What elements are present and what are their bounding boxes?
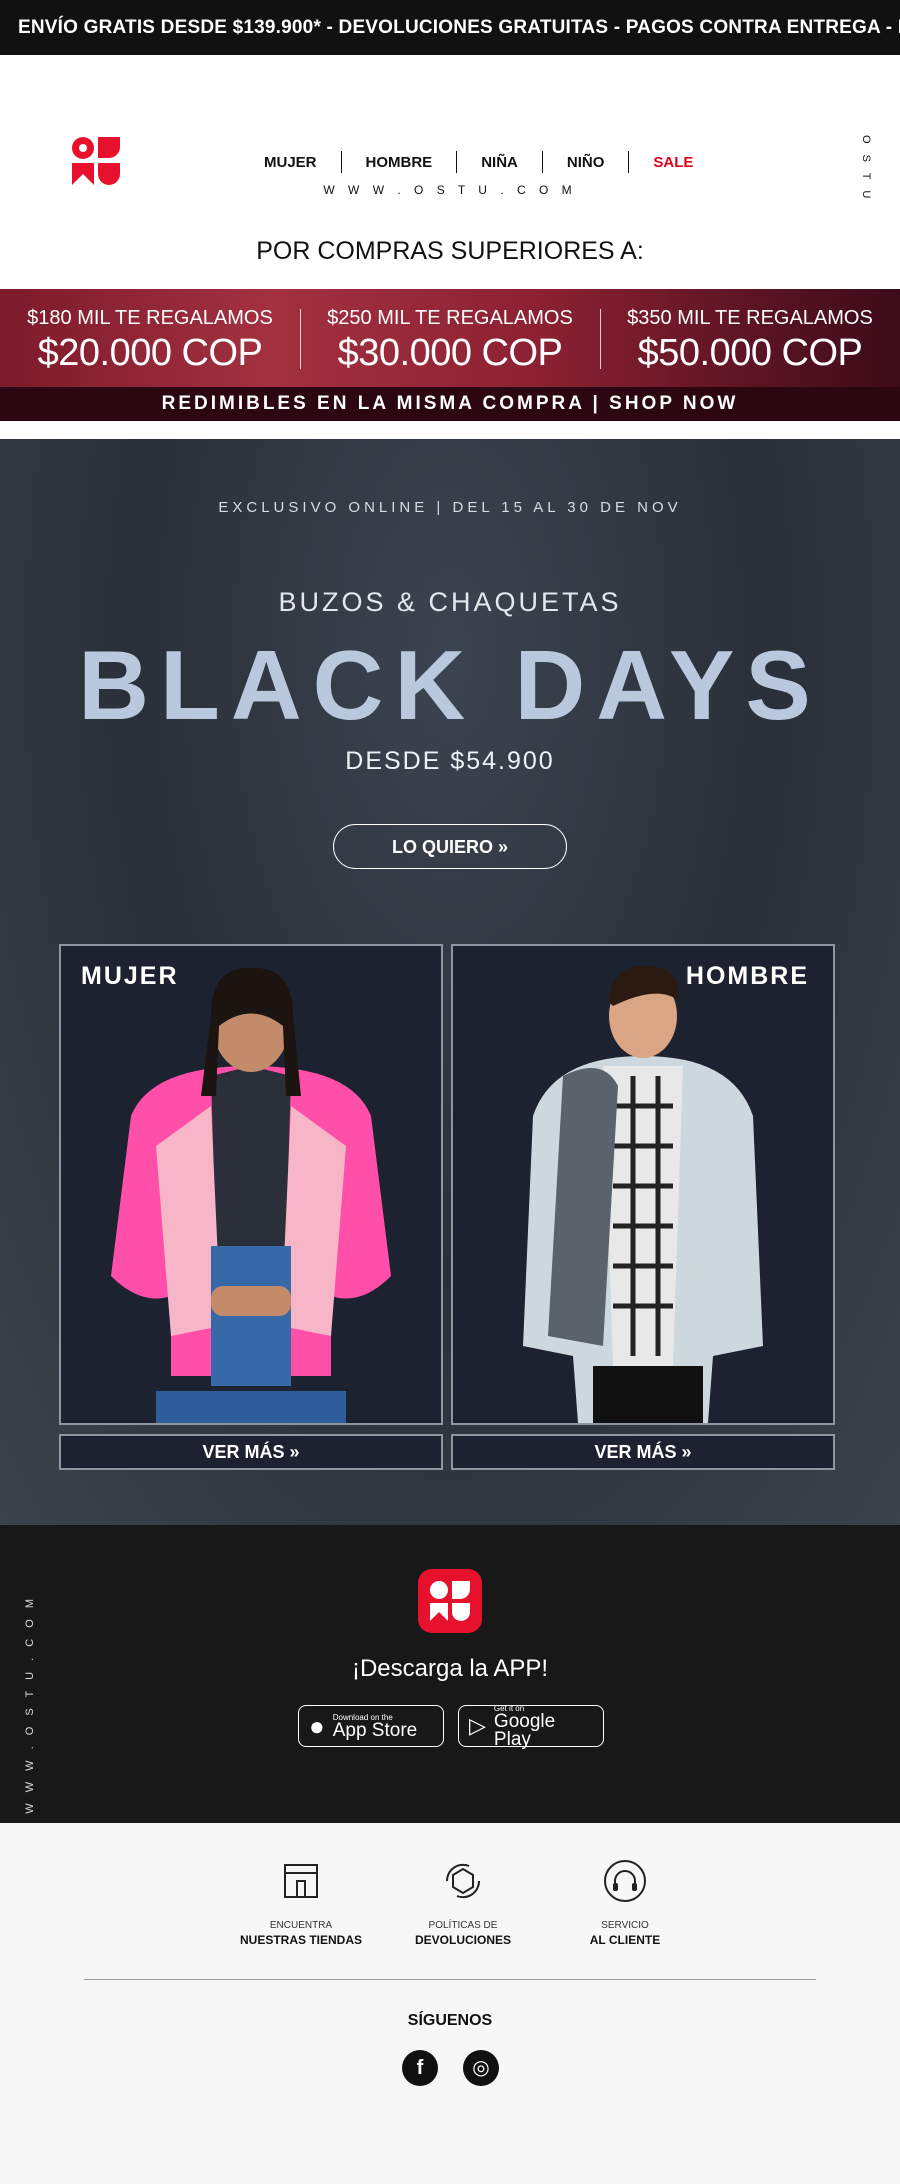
ver-mas-hombre-button[interactable]: VER MÁS » — [451, 1434, 835, 1470]
nav-nino[interactable]: NIÑO — [543, 154, 629, 171]
promo-tier-threshold: $350 MIL TE REGALAMOS — [627, 307, 873, 329]
footer-service-small: SERVICIO — [601, 1920, 649, 1931]
nav-hombre[interactable]: HOMBRE — [342, 154, 457, 171]
hero-price: DESDE $54.900 — [345, 747, 555, 775]
follow-title: SÍGUENOS — [407, 2012, 493, 2029]
footer-service-big: AL CLIENTE — [589, 1933, 661, 1947]
hero-title: BLACK DAYS — [78, 630, 822, 740]
promo-tier-amount: $30.000 COP — [337, 332, 563, 374]
instagram-icon[interactable]: ◎ — [463, 2050, 499, 2086]
footer-divider — [84, 1979, 816, 1980]
nav-mujer[interactable]: MUJER — [240, 154, 341, 171]
footer-stores-link[interactable]: ENCUENTRA NUESTRAS TIENDAS — [221, 1857, 381, 1947]
promo-tier-amount: $20.000 COP — [37, 332, 263, 374]
footer-service-link[interactable]: SERVICIO AL CLIENTE — [545, 1857, 705, 1947]
footer-returns-small: POLÍTICAS DE — [428, 1920, 498, 1931]
shipping-ticker: ENVÍO GRATIS DESDE $139.900* - DEVOLUCIO… — [0, 0, 900, 55]
card-label-mujer: MUJER — [81, 962, 179, 990]
redeem-banner[interactable]: REDIMIBLES EN LA MISMA COMPRA | SHOP NOW — [0, 387, 900, 421]
promo-tier: $180 MIL TE REGALAMOS $20.000 COP — [0, 289, 300, 387]
hero-dates: EXCLUSIVO ONLINE | DEL 15 AL 30 DE NOV — [218, 499, 682, 516]
nav-nina[interactable]: NIÑA — [457, 154, 542, 171]
main-nav: MUJER HOMBRE NIÑA NIÑO SALE — [240, 151, 717, 173]
ostu-logo-icon[interactable] — [70, 135, 122, 187]
spacer — [0, 421, 900, 439]
ostu-app-icon[interactable] — [418, 1569, 482, 1633]
promo-tier-threshold: $180 MIL TE REGALAMOS — [27, 307, 273, 329]
woman-pink-jacket-image — [111, 967, 391, 1423]
app-store-big: App Store — [332, 1719, 418, 1741]
promo-band[interactable]: $180 MIL TE REGALAMOS $20.000 COP $250 M… — [0, 289, 900, 387]
card-mujer[interactable]: MUJER — [59, 944, 443, 1425]
vertical-site-url: W W W . O S T U . C O M — [24, 1595, 36, 1814]
footer-returns-big: DEVOLUCIONES — [414, 1933, 511, 1947]
facebook-icon[interactable]: f — [402, 2050, 438, 2086]
footer-stores-small: ENCUENTRA — [269, 1920, 333, 1931]
hero-banner: EXCLUSIVO ONLINE | DEL 15 AL 30 DE NOV B… — [0, 439, 900, 1525]
site-header: MUJER HOMBRE NIÑA NIÑO SALE W W W . O S … — [0, 55, 900, 213]
man-quilted-jacket-image — [523, 965, 763, 1423]
apple-icon: ● — [309, 1710, 325, 1741]
headset-icon — [604, 1860, 646, 1902]
promo-tier: $350 MIL TE REGALAMOS $50.000 COP — [600, 289, 900, 387]
app-title: ¡Descarga la APP! — [351, 1655, 549, 1682]
vertical-brand: O S T U — [860, 135, 872, 203]
hero-subtitle: BUZOS & CHAQUETAS — [278, 587, 622, 617]
app-store-button[interactable]: ● Download on the App Store — [298, 1705, 444, 1747]
returns-box-icon — [445, 1863, 481, 1899]
footer-returns-link[interactable]: POLÍTICAS DE DEVOLUCIONES — [383, 1857, 543, 1947]
app-download-section: W W W . O S T U . C O M ¡Descarga la APP… — [0, 1525, 900, 1823]
promo-tier: $250 MIL TE REGALAMOS $30.000 COP — [300, 289, 600, 387]
google-play-big: Google Play — [493, 1710, 556, 1750]
footer: ENCUENTRA NUESTRAS TIENDAS POLÍTICAS DE … — [0, 1823, 900, 2184]
ver-mas-mujer-button[interactable]: VER MÁS » — [59, 1434, 443, 1470]
promo-title: POR COMPRAS SUPERIORES A: — [0, 213, 900, 289]
promo-tier-threshold: $250 MIL TE REGALAMOS — [327, 307, 573, 329]
promo-tier-amount: $50.000 COP — [637, 332, 863, 374]
card-hombre[interactable]: HOMBRE — [451, 944, 835, 1425]
footer-stores-big: NUESTRAS TIENDAS — [239, 1933, 362, 1947]
site-url[interactable]: W W W . O S T U . C O M — [0, 183, 900, 197]
card-label-hombre: HOMBRE — [685, 962, 809, 990]
store-icon — [284, 1864, 318, 1898]
google-play-button[interactable]: ▷ Get it on Google Play — [458, 1704, 604, 1750]
nav-sale[interactable]: SALE — [629, 154, 717, 171]
play-icon: ▷ — [469, 1713, 486, 1738]
lo-quiero-button[interactable]: LO QUIERO » — [333, 824, 567, 869]
